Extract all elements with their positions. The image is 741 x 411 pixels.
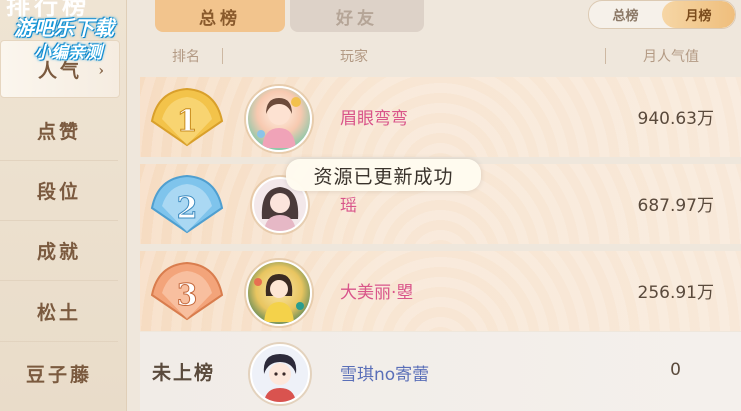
sidebar-item-label: 松土 [36,301,81,324]
sidebar-item-label: 点赞 [36,120,81,143]
avatar[interactable] [250,344,310,404]
toast-message: 资源已更新成功 [286,159,481,191]
rank-number: 3 [177,278,198,313]
header-rank: 排名 [172,49,200,65]
header-player: 玩家 [340,49,368,65]
sidebar-item-beanstalk[interactable]: 豆子藤 [0,343,118,403]
table-header: 排名 玩家 月人气值 [140,40,741,70]
avatar-portrait-icon [257,97,301,148]
rank-fan-gold-icon: 1 [150,87,224,147]
row-background [140,332,741,411]
rank-fan-blue-icon: 2 [150,174,224,234]
period-toggle[interactable]: 总榜 月榜 [588,0,736,29]
popularity-value: 940.63万 [637,109,714,129]
sidebar-item-label: 段位 [36,180,81,203]
chevron-right-icon: › [98,63,107,79]
avatar-portrait-icon [263,354,297,402]
sidebar-item-rank-tier[interactable]: 段位 [0,160,118,221]
header-score: 月人气值 [643,49,699,65]
self-rank-status: 未上榜 [152,362,216,384]
rank-fan-bronze-icon: 3 [150,261,224,321]
table-row[interactable]: 3 大美丽·曌 256.91万 [140,251,741,331]
tab-friends[interactable]: 好友 [290,0,424,32]
rank-number: 2 [177,191,198,226]
player-name[interactable]: 大美丽·曌 [340,278,413,303]
toggle-monthly[interactable]: 月榜 [662,1,735,28]
header-divider [605,48,606,64]
header-divider [222,48,223,64]
self-row[interactable]: 未上榜 雪琪no寄蕾 0 [140,332,741,411]
popularity-value: 0 [670,360,681,380]
rank-number: 1 [177,104,198,139]
toggle-total[interactable]: 总榜 [589,1,662,28]
sidebar-item-likes[interactable]: 点赞 [0,100,118,161]
avatar-portrait-icon [254,274,304,322]
avatar[interactable] [246,260,312,326]
sidebar-item-label: 成就 [36,240,81,263]
player-name[interactable]: 雪琪no寄蕾 [340,360,429,385]
watermark-line1: 游吧乐下载 [14,16,114,40]
popularity-value: 687.97万 [637,196,714,216]
popularity-value: 256.91万 [637,283,714,303]
tab-total[interactable]: 总榜 [155,0,285,32]
sidebar-item-label: 豆子藤 [25,363,92,386]
sidebar-item-soil[interactable]: 松土 [0,281,118,342]
avatar[interactable] [246,86,312,152]
player-name[interactable]: 瑶 [340,191,357,216]
sidebar-item-achievements[interactable]: 成就 [0,220,118,281]
table-row[interactable]: 1 眉眼弯弯 940.63万 [140,77,741,157]
player-name[interactable]: 眉眼弯弯 [340,104,408,129]
watermark-line2: 小编亲测 [34,43,102,63]
